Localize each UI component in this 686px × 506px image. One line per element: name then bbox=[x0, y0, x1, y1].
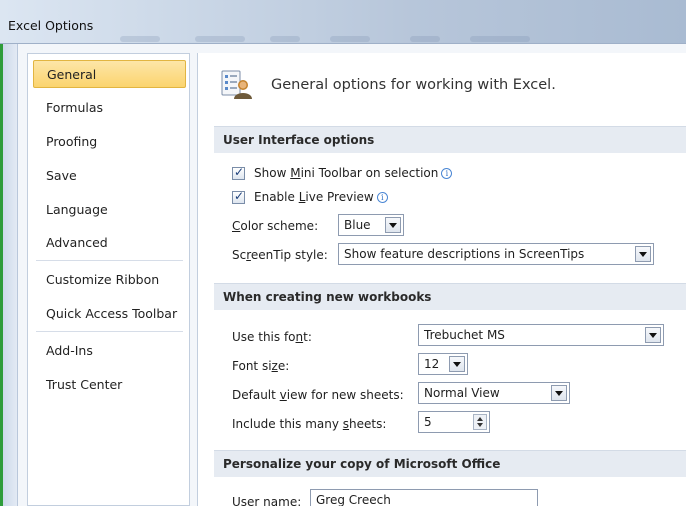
default-view-label: Default view for new sheets: bbox=[232, 388, 404, 402]
blurred-ribbon-tab bbox=[195, 36, 245, 42]
chevron-down-icon[interactable] bbox=[645, 327, 661, 343]
font-select[interactable]: Trebuchet MS bbox=[418, 324, 664, 346]
live-preview-checkbox[interactable] bbox=[232, 189, 245, 204]
username-label: User name: bbox=[232, 495, 302, 506]
nav-item-customize-ribbon[interactable]: Customize Ribbon bbox=[33, 266, 186, 294]
chevron-down-icon[interactable] bbox=[449, 356, 465, 372]
font-value: Trebuchet MS bbox=[424, 328, 505, 342]
live-preview-label: Enable Live Preview i bbox=[254, 190, 388, 204]
page-heading: General options for working with Excel. bbox=[271, 77, 556, 93]
chevron-down-icon[interactable] bbox=[385, 217, 401, 233]
blurred-ribbon-tab bbox=[410, 36, 440, 42]
nav-item-add-ins[interactable]: Add-Ins bbox=[33, 337, 186, 365]
window-title: Excel Options bbox=[8, 18, 94, 33]
options-gear-icon bbox=[221, 70, 252, 99]
font-size-label: Font size: bbox=[232, 359, 290, 373]
mini-toolbar-checkbox[interactable] bbox=[232, 165, 245, 180]
sheet-count-spinner[interactable]: 5 bbox=[418, 411, 490, 433]
nav-item-label: Formulas bbox=[46, 100, 104, 115]
options-content bbox=[197, 53, 686, 506]
options-nav: General Formulas Proofing Save Language … bbox=[27, 53, 190, 506]
nav-item-advanced[interactable]: Advanced bbox=[33, 229, 186, 257]
font-label: Use this font: bbox=[232, 330, 312, 344]
section-header-new-workbooks: When creating new workbooks bbox=[214, 283, 686, 310]
nav-item-formulas[interactable]: Formulas bbox=[33, 94, 186, 122]
section-header-personalize: Personalize your copy of Microsoft Offic… bbox=[214, 450, 686, 477]
nav-item-label: Customize Ribbon bbox=[46, 272, 160, 287]
default-view-value: Normal View bbox=[424, 386, 500, 400]
nav-item-label: Language bbox=[46, 202, 108, 217]
color-scheme-label: Color scheme: bbox=[232, 219, 319, 233]
spinner-arrows-icon[interactable] bbox=[473, 414, 487, 430]
color-scheme-select[interactable]: Blue bbox=[338, 214, 404, 236]
nav-item-label: General bbox=[47, 67, 97, 82]
mini-toolbar-label: Show Mini Toolbar on selection i bbox=[254, 166, 453, 180]
nav-separator bbox=[36, 260, 183, 261]
font-size-select[interactable]: 12 bbox=[418, 353, 468, 375]
font-size-value: 12 bbox=[424, 357, 440, 371]
blurred-ribbon-tab bbox=[270, 36, 300, 42]
nav-item-proofing[interactable]: Proofing bbox=[33, 128, 186, 156]
username-input[interactable]: Greg Creech bbox=[310, 489, 538, 506]
nav-item-label: Add-Ins bbox=[46, 343, 93, 358]
blurred-ribbon-tab bbox=[470, 36, 530, 42]
nav-item-general[interactable]: General bbox=[33, 60, 186, 88]
chevron-down-icon[interactable] bbox=[635, 246, 651, 262]
blurred-ribbon-tab bbox=[330, 36, 370, 42]
nav-item-label: Save bbox=[46, 168, 77, 183]
chevron-down-icon[interactable] bbox=[551, 385, 567, 401]
screentip-style-value: Show feature descriptions in ScreenTips bbox=[344, 247, 585, 261]
title-bar: Excel Options bbox=[0, 0, 686, 44]
color-scheme-value: Blue bbox=[344, 218, 371, 232]
info-icon[interactable]: i bbox=[376, 192, 388, 203]
window-left-accent bbox=[0, 44, 3, 506]
section-header-ui-options: User Interface options bbox=[214, 126, 686, 153]
default-view-select[interactable]: Normal View bbox=[418, 382, 570, 404]
nav-item-trust-center[interactable]: Trust Center bbox=[33, 371, 186, 399]
sheet-count-value: 5 bbox=[424, 415, 432, 429]
nav-item-label: Quick Access Toolbar bbox=[46, 306, 178, 321]
sheet-count-label: Include this many sheets: bbox=[232, 417, 387, 431]
info-icon[interactable]: i bbox=[441, 168, 453, 179]
nav-item-label: Advanced bbox=[46, 235, 108, 250]
nav-separator bbox=[36, 331, 183, 332]
nav-item-language[interactable]: Language bbox=[33, 196, 186, 224]
nav-item-label: Proofing bbox=[46, 134, 98, 149]
nav-item-quick-access-toolbar[interactable]: Quick Access Toolbar bbox=[33, 300, 186, 328]
nav-item-label: Trust Center bbox=[46, 377, 123, 392]
nav-item-save[interactable]: Save bbox=[33, 162, 186, 190]
screentip-style-select[interactable]: Show feature descriptions in ScreenTips bbox=[338, 243, 654, 265]
screentip-style-label: ScreenTip style: bbox=[232, 248, 328, 262]
blurred-ribbon-tab bbox=[120, 36, 160, 42]
